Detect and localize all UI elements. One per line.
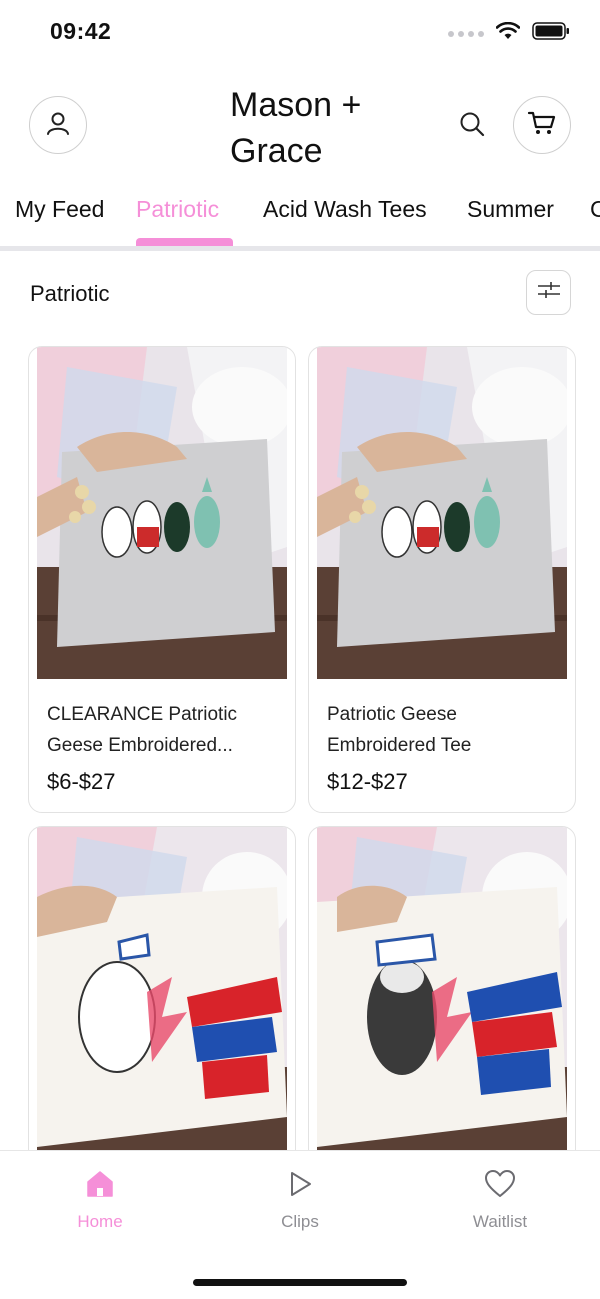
product-card[interactable] [28, 826, 296, 1166]
product-card[interactable]: CLEARANCE Patriotic Geese Embroidered...… [28, 346, 296, 813]
nav-home[interactable]: Home [40, 1169, 160, 1232]
signal-dots-icon [448, 30, 484, 37]
tab-acid-wash-tees[interactable]: Acid Wash Tees [263, 196, 427, 223]
search-icon [458, 110, 486, 143]
search-button[interactable] [456, 110, 488, 142]
product-image[interactable] [317, 347, 567, 679]
product-price: $12-$27 [327, 769, 408, 794]
product-price: $6-$27 [47, 769, 116, 794]
product-image[interactable] [317, 827, 567, 1159]
active-tab-indicator [136, 238, 233, 246]
account-icon [45, 110, 71, 141]
nav-clips-label: Clips [281, 1212, 319, 1231]
bottom-navigation: Home Clips Waitlist [0, 1150, 600, 1299]
tab-patriotic[interactable]: Patriotic [136, 196, 219, 223]
tab-my-feed[interactable]: My Feed [15, 196, 104, 223]
product-title[interactable]: Patriotic Geese Embroidered Tee [327, 699, 563, 761]
status-icons [448, 21, 570, 45]
brand-line-1: Mason + [230, 86, 362, 124]
section-title: Patriotic [30, 281, 110, 306]
product-card[interactable]: Patriotic Geese Embroidered Tee $12-$27 [308, 346, 576, 813]
tabs-divider [0, 246, 600, 251]
battery-icon [532, 22, 570, 45]
status-bar: 09:42 [0, 0, 600, 66]
filter-button[interactable] [526, 270, 571, 315]
wifi-icon [495, 21, 521, 45]
category-tabs: My Feed Patriotic Acid Wash Tees Summer … [0, 192, 600, 250]
account-button[interactable] [29, 96, 87, 154]
status-time: 09:42 [50, 18, 112, 44]
tab-next-partial[interactable]: C [590, 196, 600, 223]
product-image[interactable] [37, 347, 287, 679]
nav-home-label: Home [77, 1212, 123, 1231]
nav-waitlist[interactable]: Waitlist [440, 1169, 560, 1232]
brand-line-2: Grace [230, 132, 323, 170]
sliders-icon [537, 279, 561, 306]
app-header: Mason + Grace [0, 70, 600, 190]
nav-clips[interactable]: Clips [240, 1169, 360, 1232]
tab-summer[interactable]: Summer [467, 196, 554, 223]
product-image[interactable] [37, 827, 287, 1159]
cart-icon [527, 109, 557, 142]
cart-button[interactable] [513, 96, 571, 154]
home-indicator[interactable] [193, 1279, 407, 1286]
product-card[interactable] [308, 826, 576, 1166]
home-icon [85, 1171, 115, 1203]
brand-title[interactable]: Mason + Grace [230, 82, 430, 174]
nav-waitlist-label: Waitlist [472, 1212, 528, 1231]
heart-icon [484, 1170, 516, 1203]
play-icon [285, 1172, 315, 1203]
product-title[interactable]: CLEARANCE Patriotic Geese Embroidered... [47, 699, 283, 761]
